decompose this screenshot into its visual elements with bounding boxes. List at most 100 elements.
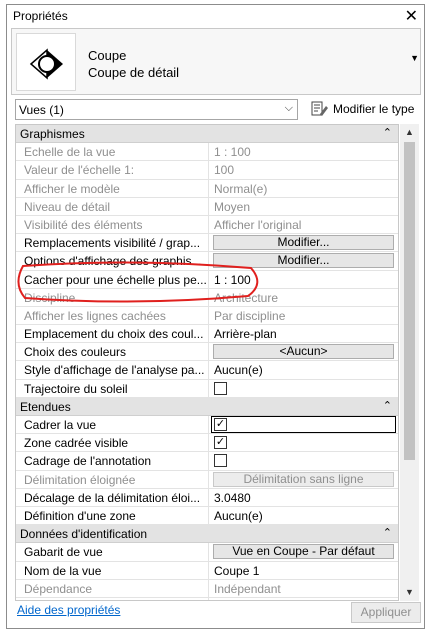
property-value: Architecture: [214, 290, 279, 305]
property-value[interactable]: Aucun(e): [210, 507, 398, 524]
edit-type-label: Modifier le type: [333, 102, 415, 116]
property-name: Valeur de l'échelle 1:: [16, 161, 209, 179]
property-name: Dépendance: [16, 579, 209, 597]
property-name: Définition d'une zone: [16, 506, 209, 525]
property-value: 1 : 100: [214, 145, 251, 160]
close-icon[interactable]: ✕: [405, 6, 418, 26]
property-name: Nom de la vue: [16, 561, 209, 579]
property-name: Cadrage de l'annotation: [16, 452, 209, 470]
property-row[interactable]: Nom de la vue Coupe 1: [16, 561, 398, 580]
property-name: Options d'affichage des graphis...: [16, 252, 209, 270]
properties-palette: Propriétés ✕ Coupe Coupe de détail ▼ Vue…: [6, 4, 425, 629]
group-label: Etendues: [20, 399, 71, 414]
property-value-button[interactable]: <Aucun>: [213, 344, 394, 360]
property-value: Normal(e): [214, 181, 268, 196]
type-dropdown-icon[interactable]: ▼: [410, 53, 419, 63]
property-name: Afficher les lignes cachées: [16, 306, 209, 325]
filter-row: Vues (1) ⌵ Modifier le type: [11, 99, 421, 121]
property-name: Choix des couleurs: [16, 343, 209, 361]
property-row[interactable]: Afficher le modèle Normal(e): [16, 179, 398, 198]
type-selector[interactable]: Coupe Coupe de détail ▼: [11, 28, 421, 95]
property-value: Indépendant: [214, 581, 281, 596]
chevron-down-icon[interactable]: ⌵: [285, 102, 293, 115]
property-row[interactable]: Echelle de la vue 1 : 100: [16, 143, 398, 162]
collapse-icon[interactable]: ⌃: [383, 126, 392, 139]
property-name: Remplacements visibilité / grap...: [16, 234, 209, 252]
title-bar: Propriétés ✕: [7, 5, 424, 27]
property-name: Décalage de la délimitation éloi...: [16, 488, 209, 506]
property-value[interactable]: 1 : 100: [210, 271, 398, 288]
property-name: Zone cadrée visible: [16, 434, 209, 452]
edit-type-icon: [311, 101, 328, 116]
group-header[interactable]: Données d'identification ⌃: [16, 525, 398, 544]
property-value[interactable]: Coupe 1: [210, 562, 398, 579]
property-row[interactable]: Cacher pour une échelle plus pe... 1 : 10…: [16, 270, 398, 289]
property-value[interactable]: [210, 598, 398, 600]
property-value[interactable]: 3.0480: [210, 489, 398, 506]
property-name: Trajectoire du soleil: [16, 379, 209, 397]
instance-filter-select[interactable]: Vues (1) ⌵: [15, 99, 298, 120]
scrollbar-thumb[interactable]: [404, 142, 415, 460]
property-name: Echelle de la vue: [16, 143, 209, 161]
scroll-up-icon[interactable]: ▲: [400, 124, 419, 141]
property-value[interactable]: Arrière-plan: [210, 325, 398, 342]
property-row[interactable]: Choix des couleurs <Aucun>: [16, 343, 398, 362]
property-name: Visibilité des éléments: [16, 215, 209, 234]
property-row[interactable]: Remplacements visibilité / grap... Modifi…: [16, 234, 398, 253]
scroll-down-icon[interactable]: ▼: [400, 584, 419, 601]
group-label: Données d'identification: [20, 527, 148, 542]
property-row[interactable]: Cadrage de l'annotation: [16, 452, 398, 471]
property-row[interactable]: Visibilité des éléments Afficher l'origin…: [16, 215, 398, 235]
type-name-label: Coupe de détail: [88, 65, 180, 80]
property-value-button[interactable]: Modifier...: [213, 253, 394, 269]
property-row[interactable]: Style d'affichage de l'analyse pa... Aucu…: [16, 361, 398, 380]
property-row[interactable]: Titre sur feuille: [16, 597, 398, 600]
section-view-icon: [16, 33, 76, 91]
property-row[interactable]: Délimitation éloignée Délimitation sans l…: [16, 470, 398, 489]
property-value-button[interactable]: Délimitation sans ligne: [213, 471, 394, 487]
checkbox-checked[interactable]: ✓: [214, 436, 227, 450]
apply-button[interactable]: Appliquer: [351, 602, 421, 623]
collapse-icon[interactable]: ⌃: [383, 526, 392, 539]
property-name: Délimitation éloignée: [16, 470, 209, 488]
collapse-icon[interactable]: ⌃: [383, 399, 392, 412]
property-name: Afficher le modèle: [16, 179, 209, 197]
property-name: Style d'affichage de l'analyse pa...: [16, 361, 209, 379]
property-row[interactable]: Cadrer la vue ✓: [16, 416, 398, 435]
property-row[interactable]: Définition d'une zone Aucun(e): [16, 506, 398, 526]
property-value: Moyen: [214, 199, 251, 214]
help-link[interactable]: Aide des propriétés: [17, 603, 120, 617]
checkbox-unchecked[interactable]: [214, 381, 227, 395]
property-row[interactable]: Dépendance Indépendant: [16, 579, 398, 598]
checkbox-unchecked[interactable]: [214, 454, 227, 468]
group-header[interactable]: Etendues ⌃: [16, 397, 398, 416]
property-row[interactable]: Trajectoire du soleil: [16, 379, 398, 398]
filter-value: Vues (1): [19, 103, 64, 117]
property-name: Cadrer la vue: [16, 416, 209, 434]
property-row[interactable]: Niveau de détail Moyen: [16, 197, 398, 216]
property-name: Discipline: [16, 288, 209, 306]
property-value: Afficher l'original: [214, 217, 302, 232]
type-family-label: Coupe: [88, 48, 127, 63]
palette-title: Propriétés: [13, 9, 68, 23]
property-row[interactable]: Valeur de l'échelle 1: 100: [16, 161, 398, 180]
property-row[interactable]: Options d'affichage des graphis... Modifi…: [16, 252, 398, 271]
property-row[interactable]: Zone cadrée visible ✓: [16, 434, 398, 453]
edit-type-button[interactable]: Modifier le type: [311, 99, 417, 120]
property-value: 100: [214, 163, 235, 178]
group-header[interactable]: Graphismes ⌃: [16, 125, 398, 144]
property-row[interactable]: Afficher les lignes cachées Par disciplin…: [16, 306, 398, 326]
properties-grid: Graphismes ⌃ Echelle de la vue 1 : 100 Valeu…: [15, 124, 399, 601]
property-value-button[interactable]: Vue en Coupe - Par défaut: [213, 544, 394, 560]
property-value: Par discipline: [214, 308, 286, 323]
property-row[interactable]: Emplacement du choix des coul... Arrière-…: [16, 325, 398, 344]
property-row[interactable]: Décalage de la délimitation éloi... 3.048…: [16, 488, 398, 507]
property-name: Titre sur feuille: [16, 597, 209, 600]
property-name: Emplacement du choix des coul...: [16, 325, 209, 343]
property-row[interactable]: Discipline Architecture: [16, 288, 398, 307]
property-row[interactable]: Gabarit de vue Vue en Coupe - Par défaut: [16, 543, 398, 562]
vertical-scrollbar[interactable]: ▲ ▼: [400, 124, 419, 601]
property-value-button[interactable]: Modifier...: [213, 235, 394, 251]
property-name: Cacher pour une échelle plus pe...: [16, 270, 209, 288]
property-value[interactable]: Aucun(e): [210, 361, 398, 378]
